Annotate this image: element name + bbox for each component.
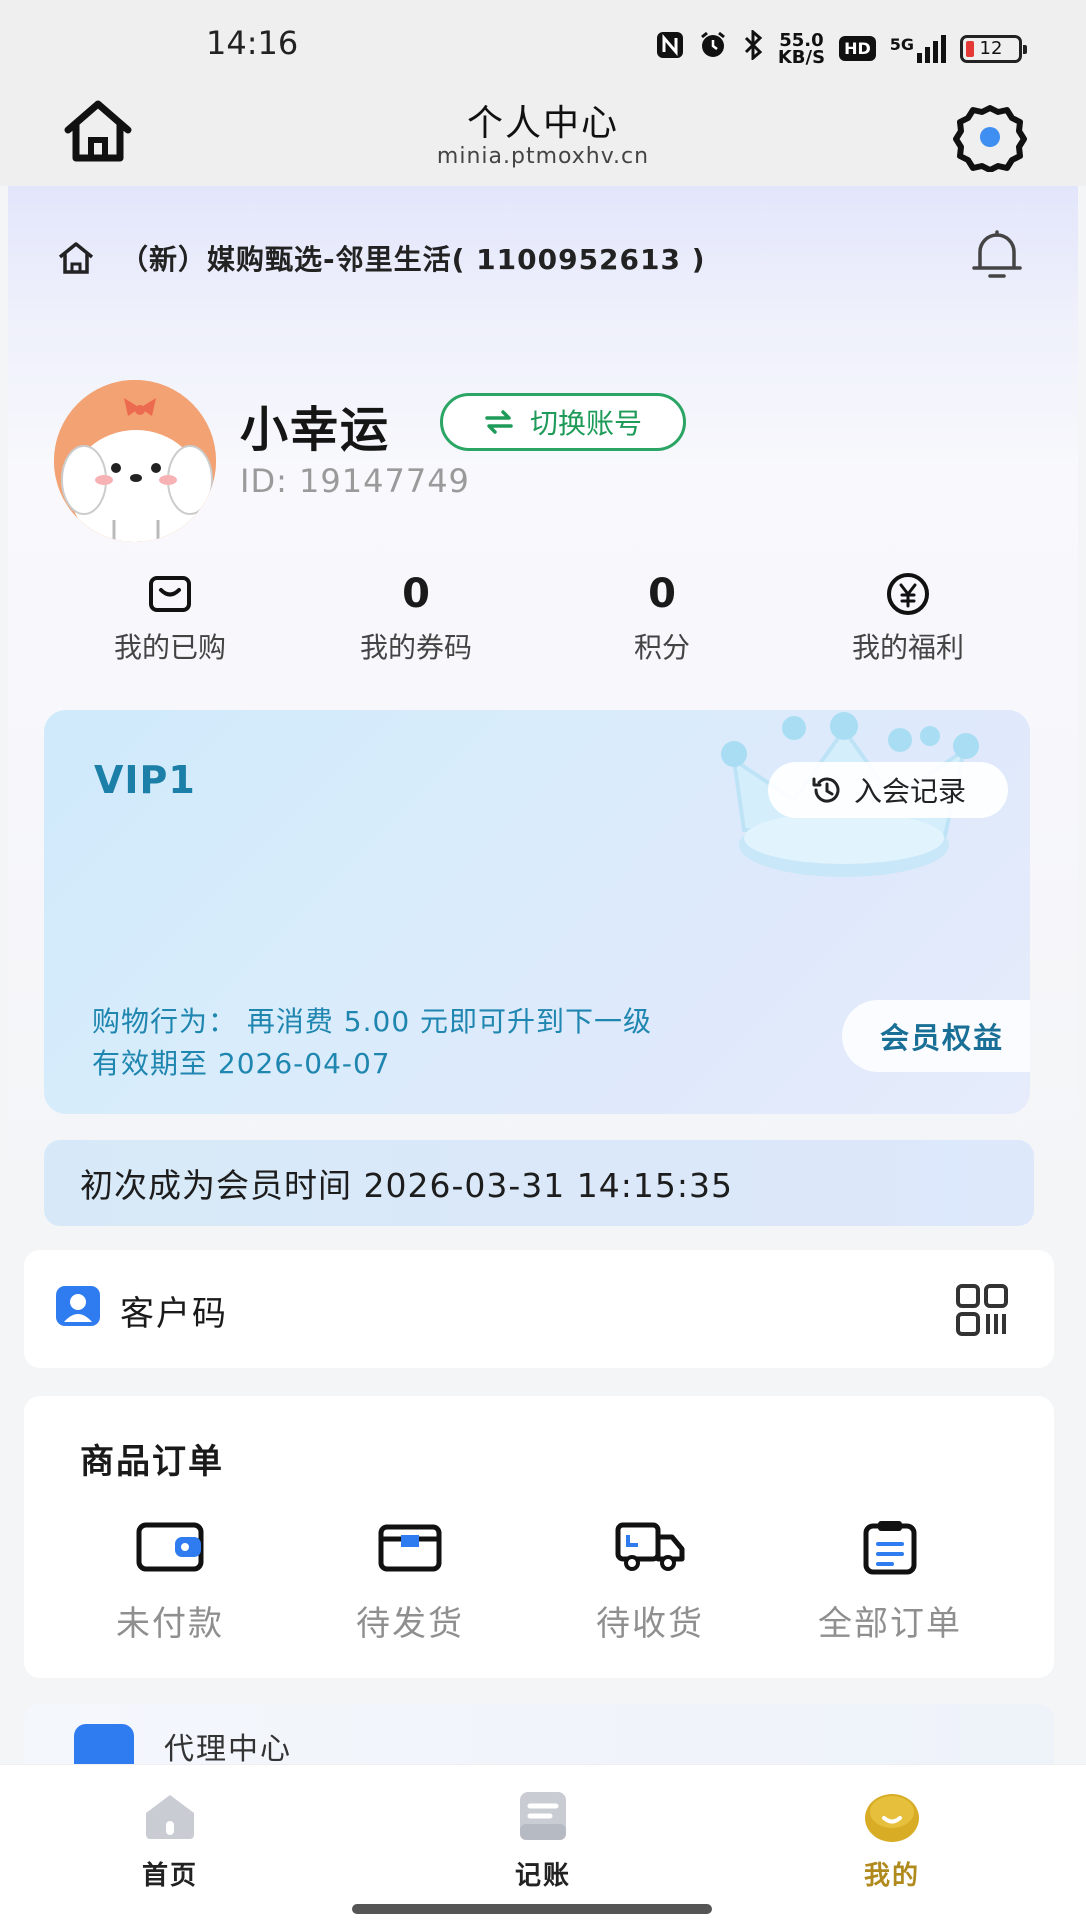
- status-bar: 14:16 55.0 KB/S HD 5G 12: [0, 0, 1086, 82]
- join-record-label: 入会记录: [853, 775, 966, 808]
- order-all[interactable]: 全部订单: [790, 1516, 990, 1645]
- nav-label: 首页: [141, 1861, 198, 1891]
- profile-face-icon: [865, 1794, 919, 1842]
- stat-label: 我的福利: [851, 631, 964, 664]
- stat-label: 积分: [633, 631, 690, 664]
- alarm-icon: [698, 30, 728, 67]
- orders-title: 商品订单: [80, 1442, 224, 1482]
- page-title: 个人中心: [466, 103, 619, 144]
- stat-value: 0: [648, 571, 676, 617]
- truck-icon: [615, 1522, 685, 1571]
- wallet-icon: [136, 1522, 204, 1572]
- home-icon: [146, 1795, 194, 1839]
- upgrade-hint: 购物行为： 再消费 5.00 元即可升到下一级: [92, 1005, 653, 1038]
- nav-mine[interactable]: 我的: [812, 1787, 972, 1892]
- nav-home[interactable]: 首页: [90, 1787, 250, 1892]
- order-label: 待收货: [596, 1604, 704, 1644]
- stat-label: 我的券码: [359, 631, 472, 664]
- store-home-icon: [58, 242, 94, 274]
- stat-purchased[interactable]: 我的已购: [70, 570, 270, 666]
- battery-level: 12: [979, 37, 1003, 59]
- page-url: minia.ptmoxhv.cn: [436, 144, 650, 169]
- order-to-ship[interactable]: 待发货: [310, 1516, 510, 1645]
- agent-center-label: 代理中心: [164, 1732, 292, 1767]
- settings-button[interactable]: [950, 102, 1030, 173]
- member-benefits-button[interactable]: 会员权益: [842, 1000, 1030, 1072]
- title-bar: 个人中心 minia.ptmoxhv.cn: [0, 82, 1086, 186]
- first-member-time: 初次成为会员时间 2026-03-31 14:15:35: [44, 1140, 1034, 1226]
- net-speed-value: 55.0: [779, 29, 824, 51]
- customer-card-icon: [56, 1286, 100, 1326]
- nav-label: 我的: [863, 1861, 920, 1891]
- status-time: 14:16: [206, 24, 299, 62]
- yen-coin-icon: [887, 573, 929, 615]
- switch-account-button[interactable]: 切换账号: [440, 393, 686, 451]
- order-to-receive[interactable]: 待收货: [550, 1516, 750, 1645]
- stats-row: 我的已购 0 我的券码 0 积分 我的福利: [70, 570, 1016, 680]
- net-speed-unit: KB/S: [777, 46, 826, 68]
- bell-icon: [972, 230, 1022, 278]
- nfc-icon: [656, 31, 684, 66]
- stat-welfare[interactable]: 我的福利: [808, 570, 1008, 666]
- bluetooth-icon: [742, 28, 764, 67]
- store-selector[interactable]: （新）媒购甄选-邻里生活( 1100952613 ): [56, 228, 1036, 288]
- nav-label: 记账: [514, 1861, 571, 1891]
- nav-ledger[interactable]: 记账: [463, 1787, 623, 1892]
- box-icon: [378, 1524, 442, 1572]
- order-label: 未付款: [116, 1604, 224, 1644]
- signal-label: 5G: [889, 34, 914, 54]
- join-record-button[interactable]: 入会记录: [768, 762, 1008, 818]
- net-speed: 55.0 KB/S: [777, 29, 826, 68]
- vip-card: VIP1 入会记录 购物行为： 再消费 5.00 元即可升到下一级 有效期至 2…: [44, 710, 1030, 1114]
- status-icons: 55.0 KB/S HD 5G 12: [656, 28, 1027, 68]
- puppy-avatar-image: [54, 380, 216, 542]
- hd-badge: HD: [839, 36, 876, 61]
- notification-button[interactable]: [968, 226, 1026, 284]
- signal-icon: 5G: [889, 34, 946, 63]
- history-icon: [812, 777, 840, 803]
- clipboard-icon: [863, 1521, 917, 1575]
- switch-account-label: 切换账号: [529, 407, 642, 440]
- user-id: ID: 19147749: [240, 462, 470, 500]
- order-unpaid[interactable]: 未付款: [70, 1516, 270, 1645]
- customer-code-label: 客户码: [120, 1294, 228, 1334]
- home-indicator[interactable]: [352, 1904, 712, 1914]
- bag-icon: [149, 576, 191, 612]
- stat-label: 我的已购: [113, 631, 226, 664]
- order-label: 全部订单: [818, 1604, 962, 1644]
- ledger-icon: [520, 1792, 566, 1840]
- user-nickname: 小幸运: [240, 402, 391, 458]
- gear-icon: [953, 105, 1027, 173]
- avatar[interactable]: [54, 380, 216, 542]
- vip-level: VIP1: [94, 758, 196, 802]
- customer-code-card[interactable]: 客户码: [24, 1250, 1054, 1368]
- orders-card: 商品订单 未付款 待发货 待收货 全部订单: [24, 1396, 1054, 1678]
- qr-code-icon[interactable]: [954, 1282, 1010, 1338]
- stat-value: 0: [402, 571, 430, 617]
- stat-points[interactable]: 0 积分: [562, 570, 762, 666]
- valid-until: 有效期至 2026-04-07: [92, 1047, 391, 1080]
- swap-arrows-icon: [485, 410, 513, 434]
- stat-coupons[interactable]: 0 我的券码: [316, 570, 516, 666]
- order-label: 待发货: [356, 1604, 464, 1644]
- battery-icon: 12: [960, 34, 1027, 63]
- store-name: （新）媒购甄选-邻里生活( 1100952613 ): [120, 243, 706, 276]
